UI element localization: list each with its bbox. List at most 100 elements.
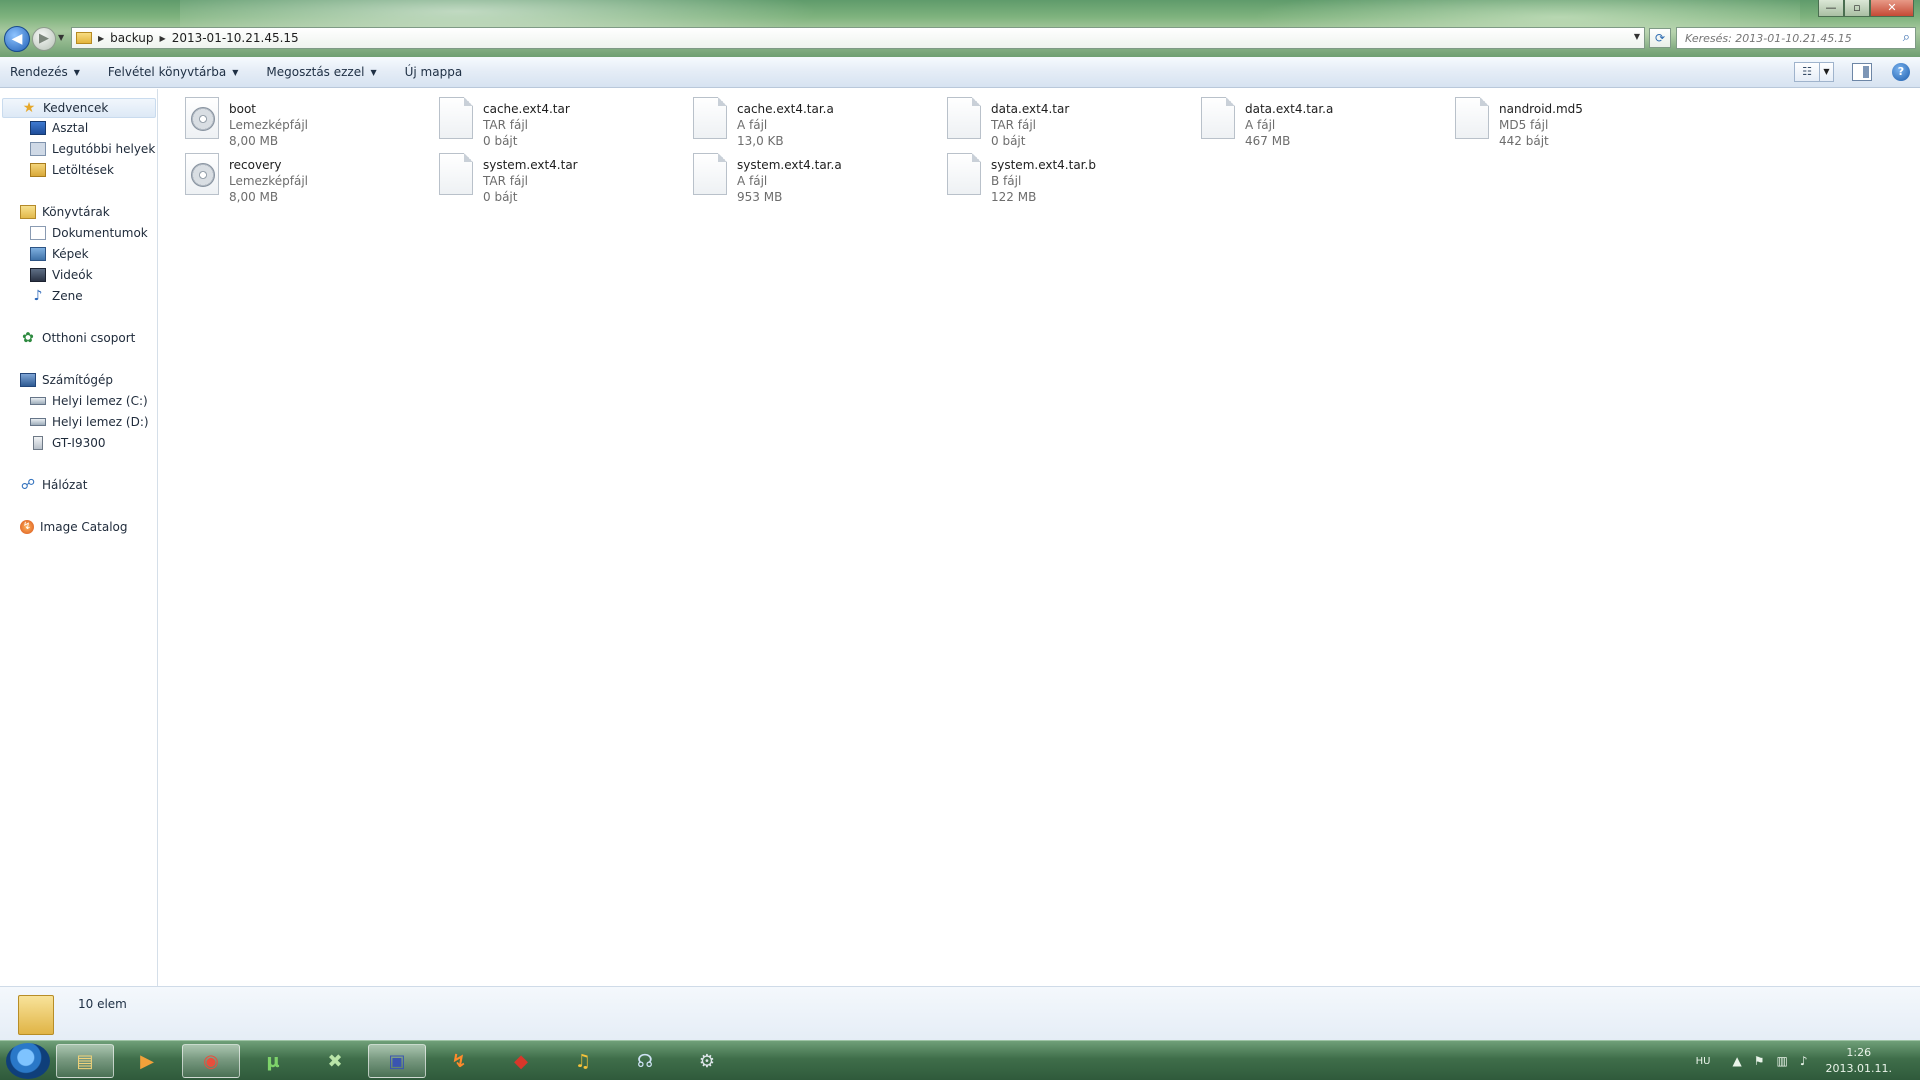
minimize-button[interactable]: — (1818, 0, 1844, 17)
close-button[interactable]: ✕ (1870, 0, 1914, 17)
breadcrumb-separator-icon[interactable]: ▶ (98, 34, 104, 43)
taskbar-teamspeak[interactable]: ☊ (616, 1044, 674, 1078)
media-player-icon: ▶ (140, 1050, 154, 1072)
clock[interactable]: 1:26 2013.01.11. (1826, 1045, 1892, 1077)
file-name: recovery (229, 158, 282, 172)
breadcrumb-current-folder[interactable]: 2013-01-10.21.45.15 (172, 31, 299, 45)
file-item[interactable]: system.ext4.tar.a A fájl 953 MB (693, 151, 933, 204)
file-name: nandroid.md5 (1499, 102, 1583, 116)
homegroup-icon: ✿ (22, 330, 34, 346)
search-input[interactable] (1685, 31, 1885, 45)
taskbar-steam[interactable]: ⚙ (678, 1044, 736, 1078)
utorrent-icon: µ (266, 1050, 280, 1072)
file-type: B fájl (991, 174, 1022, 188)
file-icon (439, 153, 473, 195)
taskbar-save-app[interactable]: ▣ (368, 1044, 426, 1078)
search-icon[interactable]: ⌕ (1903, 30, 1910, 45)
file-item[interactable]: nandroid.md5 MD5 fájl 442 bájt (1455, 95, 1695, 148)
sidebar-item-music[interactable]: ♪ Zene (30, 286, 83, 306)
recent-pages-dropdown-icon[interactable]: ▼ (58, 33, 64, 42)
system-tray: HU ▲ ⚑ ▥ ♪ 1:26 2013.01.11. (1696, 1041, 1912, 1080)
forward-button[interactable]: ▶ (32, 27, 56, 51)
file-item[interactable]: system.ext4.tar TAR fájl 0 bájt (439, 151, 679, 204)
hard-drive-icon (30, 397, 46, 405)
file-type: A fájl (737, 118, 768, 132)
taskbar-git-app[interactable]: ◆ (492, 1044, 550, 1078)
view-options-dropdown-icon[interactable]: ▼ (1820, 62, 1834, 82)
sidebar-item-local-disk-c[interactable]: Helyi lemez (C:) (30, 391, 148, 411)
file-item[interactable]: system.ext4.tar.b B fájl 122 MB (947, 151, 1187, 204)
network-icon[interactable]: ▥ (1777, 1054, 1788, 1068)
file-item[interactable]: cache.ext4.tar.a A fájl 13,0 KB (693, 95, 933, 148)
sidebar-item-videos[interactable]: Videók (30, 265, 93, 285)
taskbar-headphones-app[interactable]: ♫ (554, 1044, 612, 1078)
sidebar-item-libraries[interactable]: Könyvtárak (20, 202, 110, 222)
sidebar-item-network[interactable]: ☍ Hálózat (20, 475, 88, 495)
breadcrumb-separator-icon[interactable]: ▶ (160, 34, 166, 43)
file-icon (947, 153, 981, 195)
command-bar-right: ☷ ▼ ? (1794, 62, 1910, 82)
file-item[interactable]: data.ext4.tar.a A fájl 467 MB (1201, 95, 1441, 148)
volume-icon[interactable]: ♪ (1800, 1054, 1808, 1068)
sidebar-item-pictures[interactable]: Képek (30, 244, 89, 264)
sidebar-item-downloads[interactable]: Letöltések (30, 160, 114, 180)
taskbar-utorrent[interactable]: µ (244, 1044, 302, 1078)
action-center-flag-icon[interactable]: ⚑ (1754, 1054, 1765, 1068)
sidebar-item-local-disk-d[interactable]: Helyi lemez (D:) (30, 412, 149, 432)
file-item[interactable]: recovery Lemezképfájl 8,00 MB (185, 151, 425, 204)
taskbar-flash-app[interactable]: ↯ (430, 1044, 488, 1078)
sidebar-item-documents[interactable]: Dokumentumok (30, 223, 148, 243)
file-size: 953 MB (737, 190, 783, 204)
file-type: Lemezképfájl (229, 174, 308, 188)
refresh-button[interactable]: ⟳ (1649, 28, 1671, 48)
search-box[interactable]: ⌕ (1676, 27, 1916, 49)
clock-time: 1:26 (1846, 1046, 1872, 1059)
sidebar-item-label: Helyi lemez (D:) (52, 415, 149, 429)
taskbar: ▤ ▶ ◉ µ ✖ ▣ ↯ ◆ ♫ ☊ ⚙ HU ▲ ⚑ ▥ ♪ 1:26 20… (0, 1040, 1920, 1080)
change-view-button[interactable]: ☷ (1794, 62, 1820, 82)
sidebar-item-image-catalog[interactable]: ↯ Image Catalog (20, 517, 127, 537)
sidebar-item-computer[interactable]: Számítógép (20, 370, 113, 390)
desktop-icon (30, 121, 46, 135)
sidebar-item-gt-i9300[interactable]: GT-I9300 (30, 433, 106, 453)
maximize-button[interactable]: ▫ (1844, 0, 1870, 17)
organize-button[interactable]: Rendezés ▼ (10, 65, 80, 79)
file-type: TAR fájl (483, 118, 529, 132)
taskbar-chrome[interactable]: ◉ (182, 1044, 240, 1078)
sidebar-item-recent-places[interactable]: Legutóbbi helyek (30, 139, 155, 159)
taskbar-media-player[interactable]: ▶ (118, 1044, 176, 1078)
show-hidden-icons-icon[interactable]: ▲ (1733, 1054, 1742, 1068)
file-name: cache.ext4.tar.a (737, 102, 834, 116)
file-icon (439, 97, 473, 139)
sidebar-item-favorites[interactable]: ★ Kedvencek (2, 98, 156, 118)
sidebar-item-label: Otthoni csoport (42, 331, 136, 345)
taskbar-xbox-app[interactable]: ✖ (306, 1044, 364, 1078)
include-in-library-button[interactable]: Felvétel könyvtárba ▼ (108, 65, 238, 79)
preview-pane-button[interactable] (1852, 63, 1872, 81)
sidebar-item-label: Videók (52, 268, 93, 282)
sidebar-item-homegroup[interactable]: ✿ Otthoni csoport (20, 328, 135, 348)
address-dropdown-icon[interactable]: ▼ (1634, 32, 1640, 41)
folder-icon (76, 32, 92, 44)
address-bar[interactable]: ▶ backup ▶ 2013-01-10.21.45.15 ▼ (71, 27, 1645, 49)
music-icon: ♪ (33, 288, 43, 304)
file-size: 13,0 KB (737, 134, 784, 148)
hard-drive-icon (30, 418, 46, 426)
sidebar-item-label: Letöltések (52, 163, 114, 177)
file-item[interactable]: cache.ext4.tar TAR fájl 0 bájt (439, 95, 679, 148)
language-indicator[interactable]: HU (1696, 1056, 1711, 1067)
share-with-button[interactable]: Megosztás ezzel ▼ (266, 65, 376, 79)
start-button[interactable] (6, 1043, 50, 1079)
file-item[interactable]: data.ext4.tar TAR fájl 0 bájt (947, 95, 1187, 148)
sidebar-item-desktop[interactable]: Asztal (30, 118, 88, 138)
chevron-down-icon: ▼ (370, 67, 377, 77)
new-folder-button[interactable]: Új mappa (405, 65, 463, 79)
help-button[interactable]: ? (1892, 63, 1910, 81)
file-type: MD5 fájl (1499, 118, 1549, 132)
breadcrumb-backup[interactable]: backup (110, 31, 153, 45)
file-size: 0 bájt (483, 134, 518, 148)
file-name: data.ext4.tar.a (1245, 102, 1334, 116)
back-button[interactable]: ◀ (4, 26, 30, 52)
taskbar-explorer[interactable]: ▤ (56, 1044, 114, 1078)
file-item[interactable]: boot Lemezképfájl 8,00 MB (185, 95, 425, 148)
